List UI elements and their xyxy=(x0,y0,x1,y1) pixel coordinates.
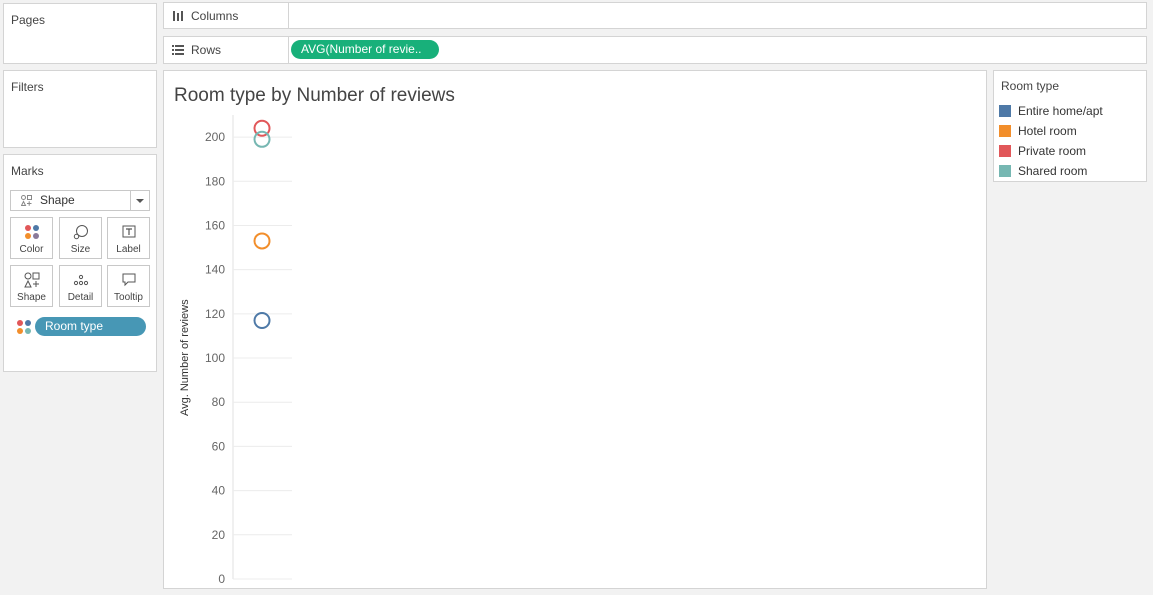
columns-label: Columns xyxy=(191,8,239,23)
color-dots-icon xyxy=(25,225,39,239)
y-tick-label: 200 xyxy=(205,130,225,144)
columns-shelf-header: Columns xyxy=(164,3,289,28)
legend-swatch xyxy=(999,125,1011,137)
detail-button-label: Detail xyxy=(67,292,94,303)
legend-swatch xyxy=(999,145,1011,157)
chart-plot: 0 20 40 60 80 100 120 140 160 180 200 xyxy=(205,115,292,586)
mark-type-value: Shape xyxy=(40,193,75,207)
shape-button-label: Shape xyxy=(17,292,46,303)
label-icon xyxy=(122,225,136,238)
chart-view: Room type by Number of reviews Avg. Numb… xyxy=(163,70,987,589)
y-tick-label: 120 xyxy=(205,307,225,321)
y-tick-label: 180 xyxy=(205,174,225,188)
marks-card: Marks Shape Color Size Label Shape Detai… xyxy=(3,154,157,372)
avg-reviews-pill[interactable]: AVG(Number of revie.. xyxy=(291,40,439,59)
shape-icon xyxy=(21,195,32,206)
rows-shelf-header: Rows xyxy=(164,37,289,63)
tooltip-button[interactable]: Tooltip xyxy=(107,265,150,307)
legend-item[interactable]: Hotel room xyxy=(999,123,1077,139)
color-dots-icon xyxy=(17,320,31,334)
filters-card[interactable]: Filters xyxy=(3,70,157,148)
columns-icon xyxy=(173,10,183,21)
chevron-down-icon[interactable] xyxy=(130,191,149,210)
mark-type-dropdown[interactable]: Shape xyxy=(10,190,150,211)
color-button-label: Color xyxy=(19,244,44,255)
filters-title: Filters xyxy=(11,80,44,94)
legend-item[interactable]: Private room xyxy=(999,143,1086,159)
label-button[interactable]: Label xyxy=(107,217,150,259)
legend-item[interactable]: Shared room xyxy=(999,163,1087,179)
size-button[interactable]: Size xyxy=(59,217,102,259)
data-point xyxy=(253,311,271,329)
room-type-color-pill[interactable]: Room type xyxy=(35,317,146,336)
rows-icon xyxy=(172,45,184,55)
tooltip-button-label: Tooltip xyxy=(114,292,143,303)
detail-icon xyxy=(73,274,89,286)
tooltip-icon xyxy=(122,273,136,287)
y-tick-label: 0 xyxy=(218,572,225,586)
y-tick-label: 20 xyxy=(212,528,226,542)
room-type-legend[interactable]: Room type Entire home/apt Hotel room Pri… xyxy=(993,70,1147,182)
label-button-label: Label xyxy=(116,244,141,255)
rows-shelf[interactable]: Rows AVG(Number of revie.. xyxy=(163,36,1147,64)
rows-label: Rows xyxy=(191,43,222,57)
detail-button[interactable]: Detail xyxy=(59,265,102,307)
data-point xyxy=(253,232,271,250)
y-tick-label: 80 xyxy=(212,395,226,409)
y-tick-label: 160 xyxy=(205,218,225,232)
marks-title: Marks xyxy=(11,164,44,178)
pages-card[interactable]: Pages xyxy=(3,3,157,64)
legend-title: Room type xyxy=(1001,79,1060,93)
legend-item-label: Shared room xyxy=(1018,164,1088,178)
legend-item-label: Entire home/apt xyxy=(1018,104,1103,118)
legend-item[interactable]: Entire home/apt xyxy=(999,103,1103,119)
legend-swatch xyxy=(999,165,1011,177)
y-tick-label: 40 xyxy=(212,484,226,498)
y-tick-label: 60 xyxy=(212,439,226,453)
shape-icon xyxy=(24,272,40,288)
legend-swatch xyxy=(999,105,1011,117)
y-tick-label: 140 xyxy=(205,263,225,277)
size-button-label: Size xyxy=(70,244,91,255)
shape-button[interactable]: Shape xyxy=(10,265,53,307)
data-point xyxy=(253,130,271,148)
pages-title: Pages xyxy=(11,13,46,27)
y-tick-label: 100 xyxy=(205,351,225,365)
legend-item-label: Hotel room xyxy=(1018,124,1077,138)
columns-shelf[interactable]: Columns xyxy=(163,2,1147,29)
legend-item-label: Private room xyxy=(1018,144,1087,158)
color-button[interactable]: Color xyxy=(10,217,53,259)
size-icon xyxy=(73,225,88,240)
